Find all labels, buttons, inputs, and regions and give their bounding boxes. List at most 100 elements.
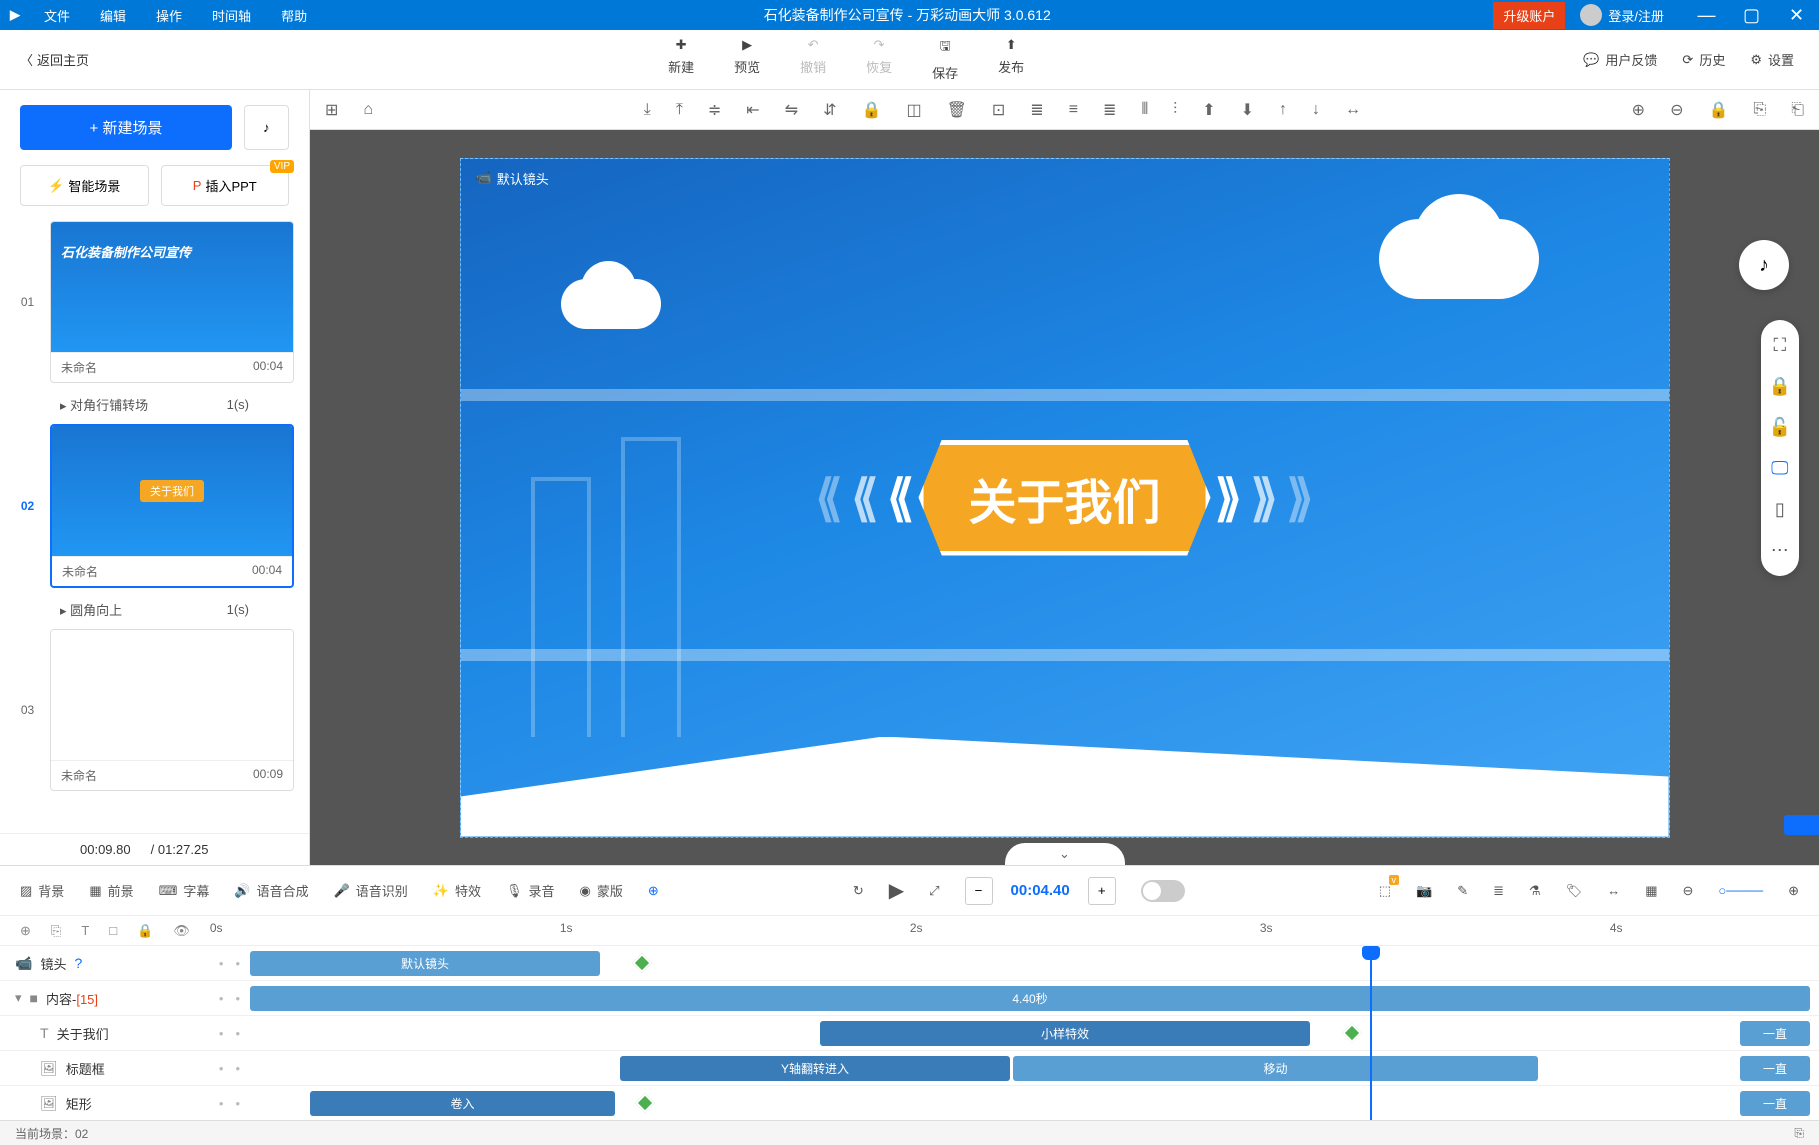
asr-button[interactable]: 🎤语音识别: [334, 881, 408, 900]
menu-edit[interactable]: 编辑: [86, 0, 140, 31]
close-button[interactable]: ✕: [1774, 0, 1819, 30]
filter-icon[interactable]: ⚗: [1529, 883, 1541, 899]
back-home-button[interactable]: 〈 返回主页: [0, 50, 109, 69]
copy-icon[interactable]: ⎘: [1753, 101, 1766, 119]
keyframe-diamond[interactable]: [1342, 1023, 1362, 1043]
flip-v-icon[interactable]: ⇵: [823, 100, 836, 120]
music-float-button[interactable]: ♪: [1739, 240, 1789, 290]
settings-button[interactable]: ⚙设置: [1750, 50, 1794, 69]
track-row-rect[interactable]: 🖼矩形•• 卷入 一直: [0, 1086, 1819, 1120]
layer-up-icon[interactable]: ↑: [1279, 101, 1287, 119]
feedback-button[interactable]: 💬用户反馈: [1583, 50, 1657, 69]
zoom-slider[interactable]: ○────: [1718, 883, 1763, 898]
folder-icon[interactable]: ⎘: [51, 923, 61, 939]
home-icon[interactable]: ⌂: [363, 101, 373, 119]
lock-open-icon[interactable]: 🔓: [1769, 417, 1791, 438]
layer-down-icon[interactable]: ↓: [1312, 101, 1320, 119]
scene-item-1[interactable]: 01 未命名00:04: [15, 221, 294, 383]
spacing-icon[interactable]: ↔: [1345, 101, 1361, 119]
zoom-in-icon[interactable]: ⊕: [1632, 100, 1645, 120]
align-icon[interactable]: ⇤: [746, 100, 759, 120]
distribute-h-icon[interactable]: ⫴: [1141, 101, 1148, 119]
clip-camera[interactable]: 默认镜头: [250, 951, 600, 976]
zoom-out-icon[interactable]: ⊖: [1670, 100, 1683, 120]
tag-icon[interactable]: 🏷: [1566, 883, 1583, 899]
copy-status-icon[interactable]: ⎘: [1794, 1126, 1804, 1141]
clip-always[interactable]: 一直: [1740, 1021, 1810, 1046]
camera-btn-icon[interactable]: 📷: [1416, 883, 1432, 899]
save-button[interactable]: 🖫保存: [932, 37, 958, 82]
fullscreen-icon[interactable]: ⛶: [1769, 335, 1791, 356]
play-small-icon[interactable]: ▸ 圆角向上: [60, 600, 122, 619]
foreground-button[interactable]: ▦前景: [89, 881, 133, 900]
flip-h-icon[interactable]: ⇋: [785, 100, 798, 120]
scene-item-2[interactable]: 02 关于我们 未命名00:04: [15, 424, 294, 588]
clip-always[interactable]: 一直: [1740, 1091, 1810, 1116]
ruler-icon[interactable]: ⊞: [325, 100, 338, 120]
paste-icon[interactable]: ⎗: [1791, 101, 1804, 119]
replay-icon[interactable]: ↻: [853, 883, 864, 899]
edit-icon[interactable]: ✎: [1457, 883, 1468, 899]
side-tab[interactable]: [1784, 815, 1819, 835]
lock-icon[interactable]: 🔒: [862, 100, 882, 120]
record-button[interactable]: 🎙录音: [506, 881, 555, 900]
time-ruler[interactable]: 0s 1s 2s 3s 4s: [210, 916, 1799, 945]
lock-closed-icon[interactable]: 🔒: [1769, 376, 1791, 397]
menu-action[interactable]: 操作: [142, 0, 196, 31]
new-button[interactable]: ✚新建: [668, 37, 694, 82]
menu-file[interactable]: 文件: [30, 0, 84, 31]
clip-move[interactable]: 移动: [1013, 1056, 1538, 1081]
chevron-down-icon[interactable]: ▾: [15, 990, 22, 1006]
login-button[interactable]: 登录/注册: [1580, 4, 1664, 26]
background-button[interactable]: ▨背景: [20, 881, 64, 900]
mask-button[interactable]: ◉蒙版: [580, 881, 623, 900]
tts-button[interactable]: 🔊语音合成: [234, 881, 308, 900]
bracket-icon[interactable]: ↔: [1607, 883, 1620, 898]
add-track-icon[interactable]: ⊕: [20, 923, 31, 939]
help-icon[interactable]: ?: [74, 955, 82, 971]
grid-icon[interactable]: ▦: [1645, 883, 1657, 899]
track-row-titlebox[interactable]: 🖼标题框•• Y轴翻转进入 移动 一直: [0, 1051, 1819, 1086]
delete-icon[interactable]: 🗑: [947, 100, 967, 120]
menu-help[interactable]: 帮助: [267, 0, 321, 31]
crop-icon[interactable]: ◫: [906, 100, 921, 120]
music-button[interactable]: ♪: [244, 105, 289, 150]
new-scene-button[interactable]: + 新建场景: [20, 105, 232, 150]
zoom-out-tl-icon[interactable]: ⊖: [1683, 883, 1694, 899]
align-center-icon[interactable]: ≡: [1069, 101, 1078, 119]
collapse-panel-button[interactable]: ⌄: [1005, 843, 1125, 865]
undo-button[interactable]: ↶撤销: [800, 37, 826, 82]
insert-ppt-button[interactable]: P插入PPTVIP: [161, 165, 290, 206]
lock-icon[interactable]: 🔒: [137, 923, 153, 939]
play-icon[interactable]: ▶: [889, 878, 904, 903]
canvas-stage[interactable]: 📹默认镜头 ⟪⟪⟪ 关于我们 ⟫⟫⟫: [460, 158, 1670, 838]
lock-view-icon[interactable]: 🔒: [1708, 100, 1728, 120]
align-middle-icon[interactable]: ≑: [708, 100, 721, 120]
align-right-icon[interactable]: ≣: [1103, 100, 1116, 120]
fx-button[interactable]: ✨特效: [433, 881, 481, 900]
time-minus-button[interactable]: −: [965, 877, 993, 905]
distribute-v-icon[interactable]: ⫶: [1173, 101, 1177, 119]
subtitle-button[interactable]: ⌨字幕: [159, 881, 210, 900]
layers-icon[interactable]: ≣: [1493, 883, 1504, 899]
title-badge[interactable]: ⟪⟪⟪ 关于我们 ⟫⟫⟫: [811, 440, 1318, 556]
preview-button[interactable]: ▶预览: [734, 37, 760, 82]
track-row-text[interactable]: T关于我们•• 小样特效 一直: [0, 1016, 1819, 1051]
snap-toggle[interactable]: [1141, 880, 1185, 902]
canvas-viewport[interactable]: 📹默认镜头 ⟪⟪⟪ 关于我们 ⟫⟫⟫ ♪ ⛶ 🔒 🔓 🖵: [310, 130, 1819, 865]
scene-item-3[interactable]: 03 未命名00:09: [15, 629, 294, 791]
clip-yflip[interactable]: Y轴翻转进入: [620, 1056, 1010, 1081]
display-icon[interactable]: 🖵: [1769, 458, 1791, 479]
align-top-icon[interactable]: ⤒: [676, 101, 683, 119]
clip-roll[interactable]: 卷入: [310, 1091, 615, 1116]
keyframe-diamond[interactable]: [635, 1093, 655, 1113]
eye-icon[interactable]: 👁: [173, 923, 190, 939]
expand-icon[interactable]: ⤢: [929, 883, 939, 899]
more-icon[interactable]: ⋯: [1769, 540, 1791, 561]
layer-back-icon[interactable]: ⬇: [1241, 100, 1254, 120]
group-icon[interactable]: ⊡: [992, 100, 1005, 120]
mobile-icon[interactable]: ▯: [1769, 499, 1791, 520]
align-left-icon[interactable]: ≣: [1030, 100, 1043, 120]
clip-effect[interactable]: 小样特效: [820, 1021, 1310, 1046]
time-plus-button[interactable]: +: [1088, 877, 1116, 905]
